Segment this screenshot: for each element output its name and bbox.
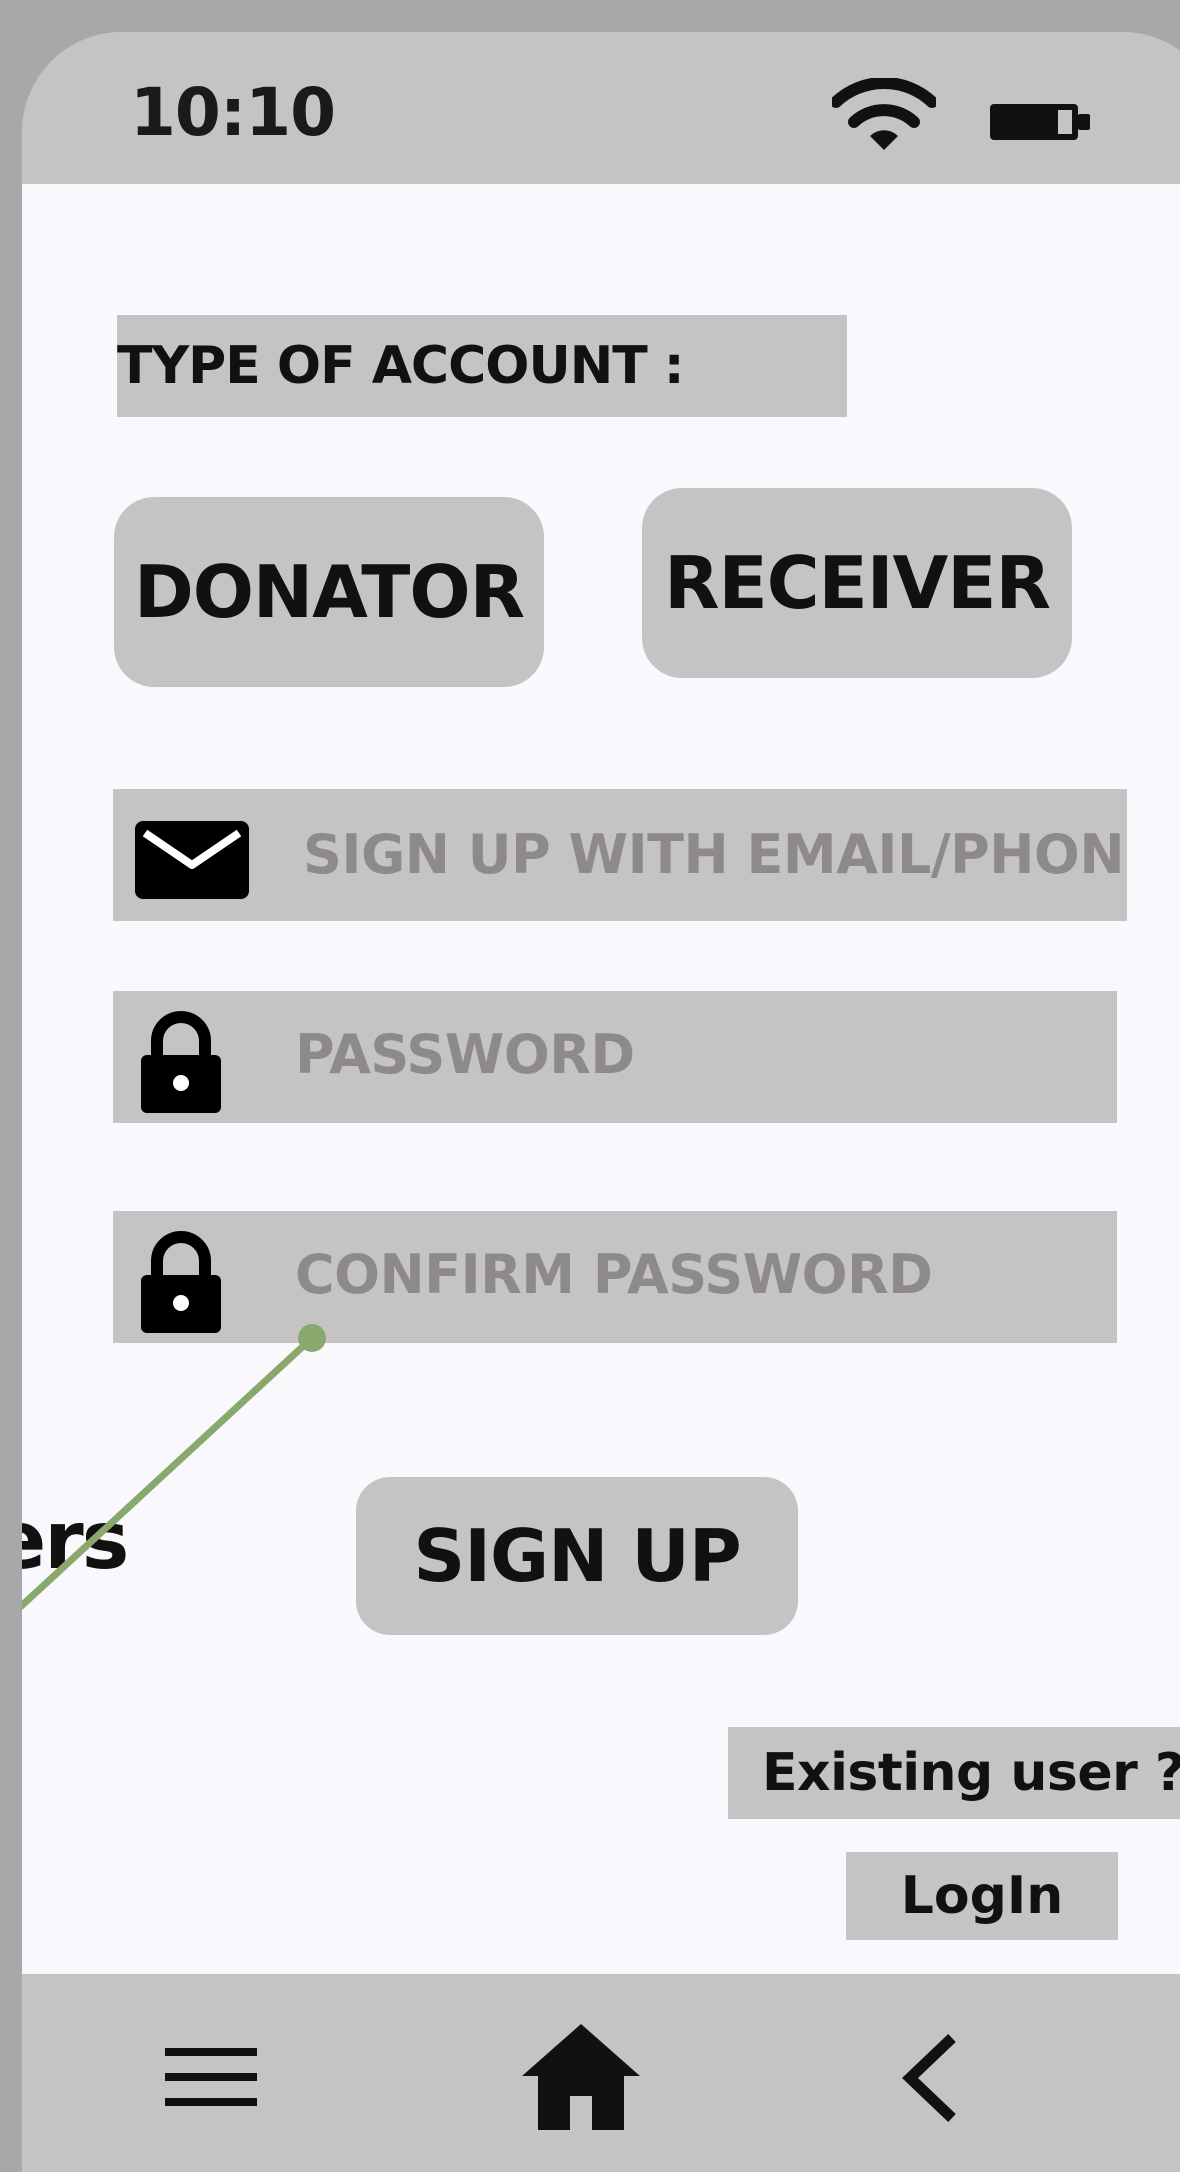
password-field[interactable]: PASSWORD: [113, 991, 1117, 1123]
receiver-button[interactable]: RECEIVER: [642, 488, 1072, 678]
donator-button[interactable]: DONATOR: [114, 497, 544, 687]
wifi-icon: [832, 78, 936, 150]
lock-icon: [141, 1231, 221, 1333]
phone-frame: 10:10 TYPE OF ACCOUNT : DONATOR RECEIVER…: [22, 32, 1180, 2172]
confirm-password-placeholder: CONFIRM PASSWORD: [295, 1243, 933, 1306]
signup-button[interactable]: SIGN UP: [356, 1477, 798, 1635]
status-bar: 10:10: [22, 32, 1180, 184]
signup-screen: TYPE OF ACCOUNT : DONATOR RECEIVER SIGN …: [22, 184, 1180, 1974]
email-phone-placeholder: SIGN UP WITH EMAIL/PHONE: [303, 823, 1127, 886]
account-type-label: TYPE OF ACCOUNT :: [117, 315, 847, 417]
login-link[interactable]: LogIn: [846, 1852, 1118, 1940]
confirm-password-field[interactable]: CONFIRM PASSWORD: [113, 1211, 1117, 1343]
home-icon[interactable]: [522, 2024, 640, 2130]
account-type-text: TYPE OF ACCOUNT :: [117, 336, 685, 396]
status-time: 10:10: [130, 74, 336, 151]
existing-user-label: Existing user ?: [728, 1727, 1180, 1819]
battery-icon: [990, 104, 1090, 140]
hamburger-menu-icon[interactable]: [165, 2046, 257, 2108]
bottom-nav-bar: [22, 1974, 1180, 2172]
password-placeholder: PASSWORD: [295, 1023, 635, 1086]
envelope-icon: [135, 821, 249, 899]
chevron-left-icon[interactable]: [900, 2032, 960, 2124]
lock-icon: [141, 1011, 221, 1113]
email-phone-field[interactable]: SIGN UP WITH EMAIL/PHONE: [113, 789, 1127, 921]
annotation-cutoff-text: ers: [22, 1494, 129, 1587]
